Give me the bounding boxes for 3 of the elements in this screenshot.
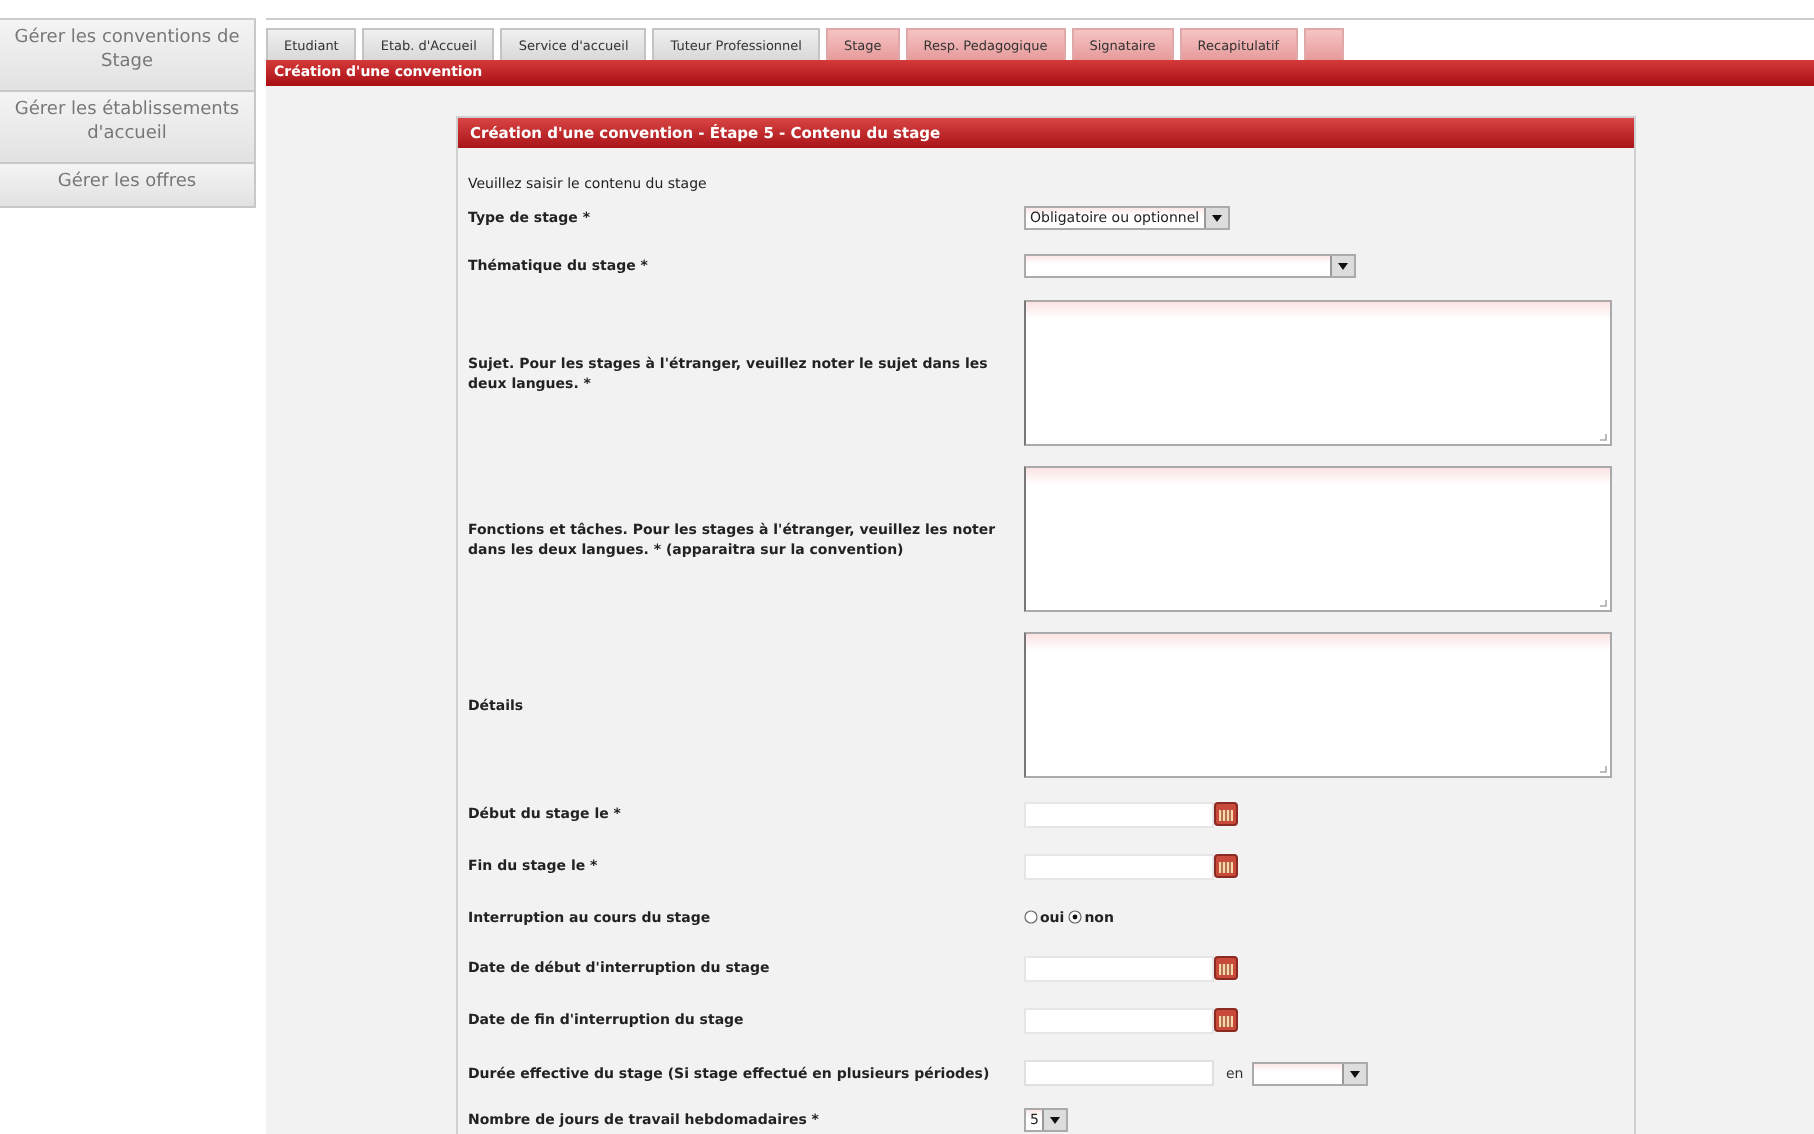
sidebar-item[interactable]: Gérer les établissements d'accueil bbox=[0, 92, 256, 164]
sidebar-item[interactable]: Gérer les offres bbox=[0, 164, 256, 208]
sidebar-item[interactable]: Gérer les conventions de Stage bbox=[0, 20, 256, 92]
